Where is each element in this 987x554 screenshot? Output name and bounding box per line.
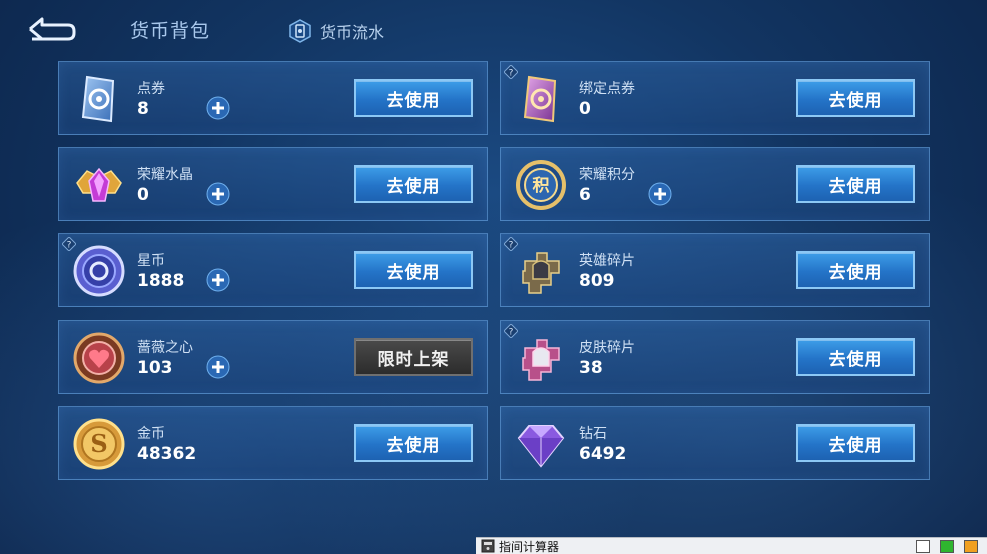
add-plus-icon[interactable] bbox=[206, 355, 230, 379]
add-plus-icon[interactable] bbox=[206, 182, 230, 206]
coupon-ticket-icon bbox=[81, 75, 115, 123]
use-button[interactable]: 去使用 bbox=[354, 165, 473, 203]
currency-card-diamond: 钻石 6492 去使用 bbox=[500, 406, 930, 480]
back-arrow-icon bbox=[29, 17, 76, 41]
use-button[interactable]: 去使用 bbox=[796, 79, 915, 117]
use-button[interactable]: 去使用 bbox=[354, 251, 473, 289]
currency-name: 绑定点券 bbox=[579, 81, 635, 97]
currency-name: 蔷薇之心 bbox=[137, 340, 193, 356]
maximize-button[interactable] bbox=[940, 540, 954, 553]
currency-name: 荣耀积分 bbox=[579, 167, 635, 183]
currency-value: 809 bbox=[579, 271, 615, 291]
close-button[interactable] bbox=[964, 540, 978, 553]
tab-currency-flow[interactable]: 货币流水 bbox=[288, 16, 384, 46]
currency-card-glory-points: 积 荣耀积分 6 去使用 bbox=[500, 147, 930, 221]
limited-time-button[interactable]: 限时上架 bbox=[354, 338, 473, 376]
currency-value: 6492 bbox=[579, 444, 627, 464]
rose-heart-icon bbox=[73, 332, 125, 384]
currency-card-hero-fragment: ? 英雄碎片 809 去使用 bbox=[500, 233, 930, 307]
page-title: 货币背包 bbox=[130, 20, 211, 42]
currency-value: 38 bbox=[579, 358, 603, 378]
currency-value: 0 bbox=[579, 99, 591, 119]
currency-flow-icon bbox=[289, 19, 311, 43]
currency-card-glory-crystal: 荣耀水晶 0 去使用 bbox=[58, 147, 488, 221]
currency-value: 0 bbox=[137, 185, 149, 205]
currency-value: 48362 bbox=[137, 444, 197, 464]
gold-coin-icon: S bbox=[73, 418, 125, 470]
tab-currency-flow-label: 货币流水 bbox=[320, 23, 385, 42]
taskbar-app-name: 指间计算器 bbox=[499, 539, 560, 554]
currency-value: 6 bbox=[579, 185, 591, 205]
diamond-icon bbox=[517, 425, 565, 468]
currency-value: 8 bbox=[137, 99, 149, 119]
currency-name: 英雄碎片 bbox=[579, 253, 635, 269]
svg-text:S: S bbox=[90, 429, 107, 458]
use-button[interactable]: 去使用 bbox=[796, 424, 915, 462]
use-button[interactable]: 去使用 bbox=[796, 165, 915, 203]
bound-coupon-icon bbox=[523, 75, 557, 123]
currency-name: 金币 bbox=[137, 426, 165, 442]
use-button[interactable]: 去使用 bbox=[796, 338, 915, 376]
currency-card-skin-fragment: ? 皮肤碎片 38 去使用 bbox=[500, 320, 930, 394]
svg-text:积: 积 bbox=[533, 176, 550, 196]
currency-name: 皮肤碎片 bbox=[579, 340, 635, 356]
currency-name: 钻石 bbox=[579, 426, 607, 442]
glory-crystal-icon bbox=[76, 167, 122, 202]
currency-card-gold-coin: S 金币 48362 去使用 bbox=[58, 406, 488, 480]
star-coin-icon bbox=[73, 245, 125, 297]
calculator-app-icon bbox=[481, 539, 495, 553]
currency-name: 星币 bbox=[137, 253, 165, 269]
use-button[interactable]: 去使用 bbox=[354, 79, 473, 117]
currency-card-coupon: 点券 8 去使用 bbox=[58, 61, 488, 135]
minimize-button[interactable] bbox=[916, 540, 930, 553]
currency-value: 103 bbox=[137, 358, 173, 378]
currency-card-star-coin: ? 星币 1888 去使用 bbox=[58, 233, 488, 307]
use-button[interactable]: 去使用 bbox=[796, 251, 915, 289]
glory-points-icon: 积 bbox=[516, 160, 566, 210]
currency-name: 荣耀水晶 bbox=[137, 167, 193, 183]
back-button[interactable] bbox=[24, 14, 76, 44]
currency-value: 1888 bbox=[137, 271, 185, 291]
currency-card-bound-coupon: ? 绑定点券 0 去使用 bbox=[500, 61, 930, 135]
use-button[interactable]: 去使用 bbox=[354, 424, 473, 462]
add-plus-icon[interactable] bbox=[206, 96, 230, 120]
currency-name: 点券 bbox=[137, 81, 165, 97]
skin-fragment-icon bbox=[522, 339, 560, 381]
taskbar-window[interactable]: 指间计算器 bbox=[476, 537, 987, 554]
currency-card-rose-heart: 蔷薇之心 103 限时上架 bbox=[58, 320, 488, 394]
add-plus-icon[interactable] bbox=[206, 268, 230, 292]
add-plus-icon[interactable] bbox=[648, 182, 672, 206]
hero-fragment-icon bbox=[522, 252, 560, 294]
